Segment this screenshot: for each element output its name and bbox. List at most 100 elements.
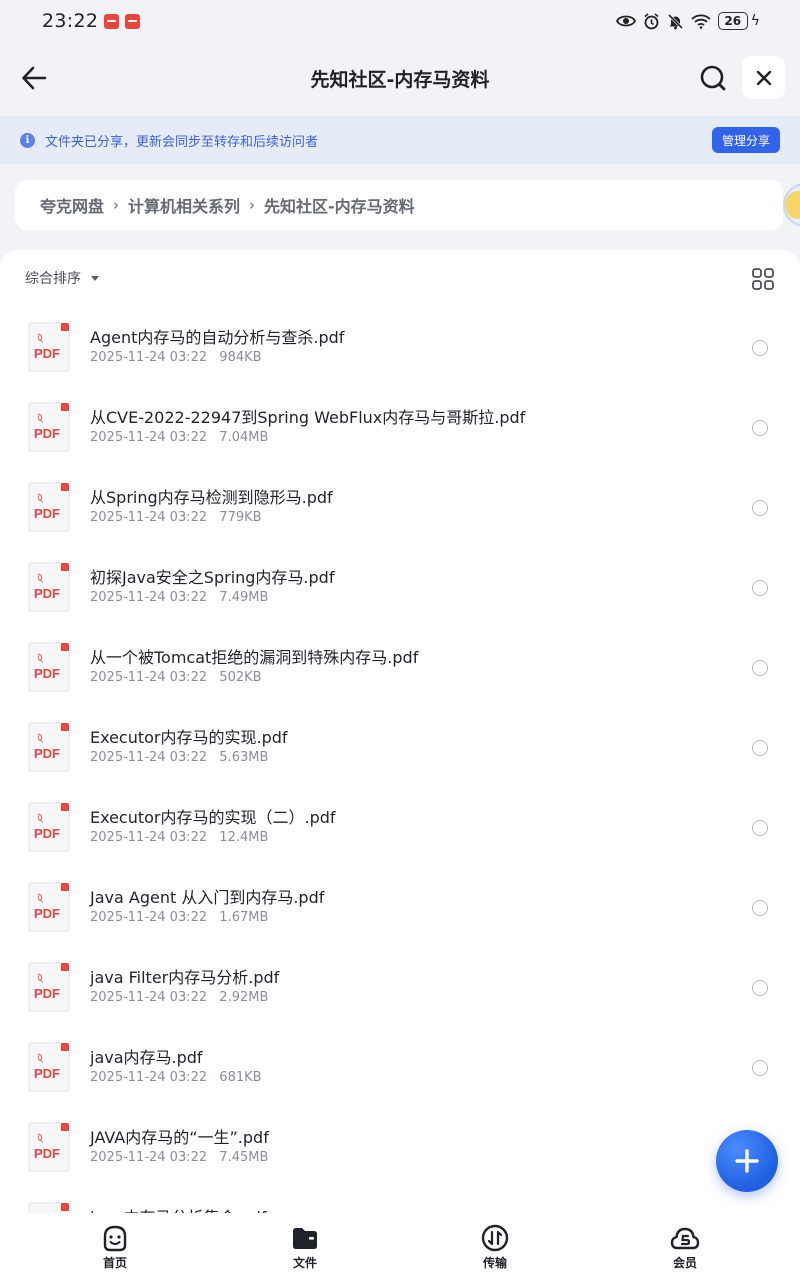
file-size: 681KB bbox=[219, 1070, 262, 1085]
vip-cloud-icon bbox=[670, 1227, 700, 1250]
breadcrumb-item-current: 先知社区-内存马资料 bbox=[264, 197, 415, 216]
breadcrumb: 夸克网盘 › 计算机相关系列 › 先知社区-内存马资料 bbox=[15, 180, 783, 230]
file-date: 2025-11-24 03:22 bbox=[90, 990, 208, 1005]
file-row[interactable]: PDF java内存马.pdf 2025-11-24 03:22 681KB bbox=[0, 1030, 800, 1110]
svg-text:PDF: PDF bbox=[34, 426, 60, 441]
nav-item-vip[interactable]: 会员 bbox=[645, 1213, 725, 1280]
file-date: 2025-11-24 03:22 bbox=[90, 670, 208, 685]
breadcrumb-item-parent[interactable]: 计算机相关系列 bbox=[128, 193, 240, 217]
eye-icon bbox=[615, 15, 636, 27]
file-name: JAVA内存马的“一生”.pdf bbox=[90, 1128, 269, 1147]
file-size: 779KB bbox=[219, 510, 262, 525]
file-size: 502KB bbox=[219, 670, 262, 685]
floating-assistant-avatar[interactable] bbox=[783, 183, 800, 227]
file-row[interactable]: PDF Agent内存马的自动分析与查杀.pdf 2025-11-24 03:2… bbox=[0, 310, 800, 390]
file-size: 12.4MB bbox=[219, 830, 269, 845]
nav-label-vip: 会员 bbox=[672, 1256, 697, 1270]
close-button[interactable] bbox=[742, 56, 785, 99]
pdf-file-icon: PDF bbox=[28, 882, 70, 932]
select-radio[interactable] bbox=[752, 1060, 768, 1076]
app-notification-icon bbox=[104, 13, 120, 29]
app-header: 先知社区-内存马资料 bbox=[0, 42, 800, 114]
select-radio[interactable] bbox=[752, 340, 768, 356]
file-row[interactable]: PDF java Filter内存马分析.pdf 2025-11-24 03:2… bbox=[0, 950, 800, 1030]
select-radio[interactable] bbox=[752, 740, 768, 756]
file-row[interactable]: PDF Executor内存马的实现（二）.pdf 2025-11-24 03:… bbox=[0, 790, 800, 870]
file-list: PDF Agent内存马的自动分析与查杀.pdf 2025-11-24 03:2… bbox=[0, 310, 800, 1213]
share-banner: i 文件夹已分享，更新会同步至转存和后续访问者 管理分享 bbox=[0, 116, 800, 164]
sort-label: 综合排序 bbox=[25, 271, 81, 287]
select-radio[interactable] bbox=[752, 980, 768, 996]
file-row[interactable]: PDF 从CVE-2022-22947到Spring WebFlux内存马与哥斯… bbox=[0, 390, 800, 470]
wifi-icon bbox=[691, 14, 711, 29]
svg-text:PDF: PDF bbox=[34, 1066, 60, 1081]
breadcrumb-separator: › bbox=[249, 196, 256, 214]
nav-label-files: 文件 bbox=[292, 1256, 317, 1270]
file-size: 1.67MB bbox=[219, 910, 269, 925]
file-date: 2025-11-24 03:22 bbox=[90, 830, 208, 845]
back-button[interactable] bbox=[20, 64, 48, 92]
status-time: 23:22 bbox=[42, 10, 99, 32]
sort-dropdown[interactable]: 综合排序 bbox=[25, 268, 99, 288]
nav-item-home[interactable]: 首页 bbox=[75, 1213, 155, 1280]
file-row[interactable]: PDF Java Agent 从入门到内存马.pdf 2025-11-24 03… bbox=[0, 870, 800, 950]
breadcrumb-separator: › bbox=[113, 196, 120, 214]
select-radio[interactable] bbox=[752, 500, 768, 516]
grid-view-toggle[interactable] bbox=[752, 268, 774, 290]
mute-bell-icon bbox=[667, 13, 683, 29]
status-bar: 23:22 26 ϟ bbox=[0, 0, 800, 42]
add-fab-button[interactable] bbox=[716, 1130, 778, 1192]
file-size: 7.04MB bbox=[219, 430, 269, 445]
home-face-icon bbox=[103, 1225, 127, 1252]
file-name: java Filter内存马分析.pdf bbox=[90, 968, 280, 987]
charging-icon: ϟ bbox=[750, 13, 760, 29]
file-row[interactable]: PDF 初探Java安全之Spring内存马.pdf 2025-11-24 03… bbox=[0, 550, 800, 630]
file-panel: 综合排序 PDF Agent内存马的自动分析与查杀.pdf 2025-11-24… bbox=[0, 250, 800, 1213]
file-size: 7.45MB bbox=[219, 1150, 269, 1165]
select-radio[interactable] bbox=[752, 820, 768, 836]
nav-label-home: 首页 bbox=[102, 1256, 127, 1270]
file-row[interactable]: PDF java内存马分析集合.pdf bbox=[0, 1190, 800, 1213]
select-radio[interactable] bbox=[752, 580, 768, 596]
file-size: 984KB bbox=[219, 350, 262, 365]
file-row[interactable]: PDF 从一个被Tomcat拒绝的漏洞到特殊内存马.pdf 2025-11-24… bbox=[0, 630, 800, 710]
svg-text:PDF: PDF bbox=[34, 986, 60, 1001]
transfer-icon bbox=[481, 1224, 509, 1252]
plus-icon bbox=[735, 1149, 759, 1173]
file-row[interactable]: PDF Executor内存马的实现.pdf 2025-11-24 03:22 … bbox=[0, 710, 800, 790]
file-name: Agent内存马的自动分析与查杀.pdf bbox=[90, 328, 345, 347]
file-row[interactable]: PDF 从Spring内存马检测到隐形马.pdf 2025-11-24 03:2… bbox=[0, 470, 800, 550]
pdf-file-icon: PDF bbox=[28, 482, 70, 532]
select-radio[interactable] bbox=[752, 900, 768, 916]
pdf-file-icon: PDF bbox=[28, 802, 70, 852]
file-date: 2025-11-24 03:22 bbox=[90, 590, 208, 605]
breadcrumb-item-root[interactable]: 夸克网盘 bbox=[40, 193, 104, 217]
file-meta: 2025-11-24 03:22 779KB bbox=[90, 510, 262, 525]
svg-text:PDF: PDF bbox=[34, 666, 60, 681]
alarm-icon bbox=[644, 12, 659, 29]
file-size: 7.49MB bbox=[219, 590, 269, 605]
manage-share-button[interactable]: 管理分享 bbox=[711, 127, 780, 153]
pdf-file-icon: PDF bbox=[28, 642, 70, 692]
search-button[interactable] bbox=[697, 62, 729, 94]
file-row[interactable]: PDF JAVA内存马的“一生”.pdf 2025-11-24 03:22 7.… bbox=[0, 1110, 800, 1190]
nav-item-transfer[interactable]: 传输 bbox=[455, 1213, 535, 1280]
select-radio[interactable] bbox=[752, 660, 768, 676]
file-name: java内存马.pdf bbox=[90, 1048, 203, 1067]
svg-text:PDF: PDF bbox=[34, 346, 60, 361]
pdf-file-icon: PDF bbox=[28, 1042, 70, 1092]
select-radio[interactable] bbox=[752, 420, 768, 436]
svg-text:PDF: PDF bbox=[34, 906, 60, 921]
pdf-file-icon: PDF bbox=[28, 1122, 70, 1172]
svg-text:PDF: PDF bbox=[34, 506, 60, 521]
app-notification-icon-2 bbox=[125, 13, 141, 29]
pdf-file-icon: PDF bbox=[28, 962, 70, 1012]
file-size: 2.92MB bbox=[219, 990, 269, 1005]
file-meta: 2025-11-24 03:22 7.45MB bbox=[90, 1150, 268, 1165]
file-meta: 2025-11-24 03:22 984KB bbox=[90, 350, 262, 365]
search-icon bbox=[700, 65, 726, 91]
info-icon: i bbox=[20, 132, 35, 148]
file-name: 从CVE-2022-22947到Spring WebFlux内存马与哥斯拉.pd… bbox=[90, 408, 526, 427]
status-icons: 26 ϟ bbox=[615, 12, 760, 30]
nav-item-files[interactable]: 文件 bbox=[265, 1213, 345, 1280]
